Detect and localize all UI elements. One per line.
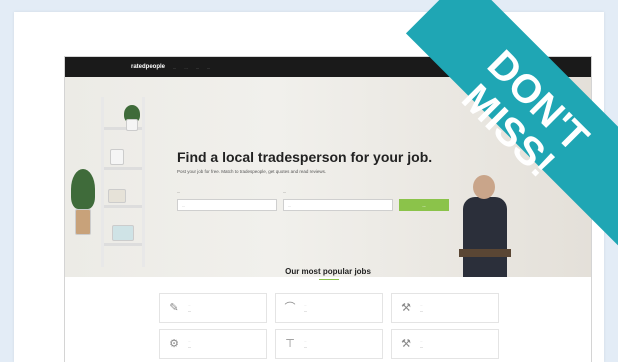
pipe-icon: ⌒ bbox=[284, 302, 296, 314]
nav-link-1[interactable]: ... bbox=[173, 65, 176, 70]
nav-link-3[interactable]: ... bbox=[196, 65, 199, 70]
title-underline bbox=[319, 279, 339, 280]
nav-link-4[interactable]: ... bbox=[207, 65, 210, 70]
tools-icon: ⚒ bbox=[401, 338, 411, 350]
job-card[interactable]: ⚒ ... ... bbox=[391, 293, 499, 323]
job-title: ... bbox=[304, 308, 308, 313]
postcode-input[interactable]: ... bbox=[283, 199, 393, 211]
job-card[interactable]: ⚒ ... ... bbox=[391, 329, 499, 359]
job-title: ... bbox=[420, 344, 424, 349]
job-title: ... bbox=[188, 308, 192, 313]
job-category: ... bbox=[420, 339, 423, 343]
hero-subtitle: Post your job for free. Match to tradesp… bbox=[177, 169, 327, 174]
post-job-button[interactable]: ... bbox=[399, 199, 449, 211]
job-title: ... bbox=[188, 344, 192, 349]
potted-plant-icon bbox=[69, 169, 97, 239]
job-title: ... bbox=[304, 344, 308, 349]
job-title: ... bbox=[420, 308, 424, 313]
job-category: ... bbox=[420, 303, 423, 307]
gear-icon: ⚙ bbox=[169, 338, 179, 350]
tradesperson-illustration bbox=[449, 173, 519, 277]
job-category: ... bbox=[188, 339, 191, 343]
job-category: ... bbox=[304, 339, 307, 343]
job-card[interactable]: ✎ ... ... bbox=[159, 293, 267, 323]
hero-title: Find a local tradesperson for your job. bbox=[177, 149, 433, 165]
job-field-label: ... bbox=[177, 189, 181, 194]
shelf-illustration bbox=[101, 97, 145, 267]
plumbing-icon: ⊤ bbox=[285, 338, 295, 350]
hammer-icon: ⚒ bbox=[401, 302, 411, 314]
site-logo[interactable]: ratedpeople bbox=[131, 64, 165, 70]
job-category: ... bbox=[188, 303, 191, 307]
job-category: ... bbox=[304, 303, 307, 307]
job-card[interactable]: ⚙ ... ... bbox=[159, 329, 267, 359]
popular-jobs-title: Our most popular jobs bbox=[285, 267, 371, 276]
postcode-field-label: ... bbox=[283, 189, 287, 194]
brush-icon: ✎ bbox=[169, 302, 179, 314]
nav-link-2[interactable]: ... bbox=[184, 65, 187, 70]
job-card[interactable]: ⊤ ... ... bbox=[275, 329, 383, 359]
job-card[interactable]: ⌒ ... ... bbox=[275, 293, 383, 323]
job-search-input[interactable]: ... bbox=[177, 199, 277, 211]
